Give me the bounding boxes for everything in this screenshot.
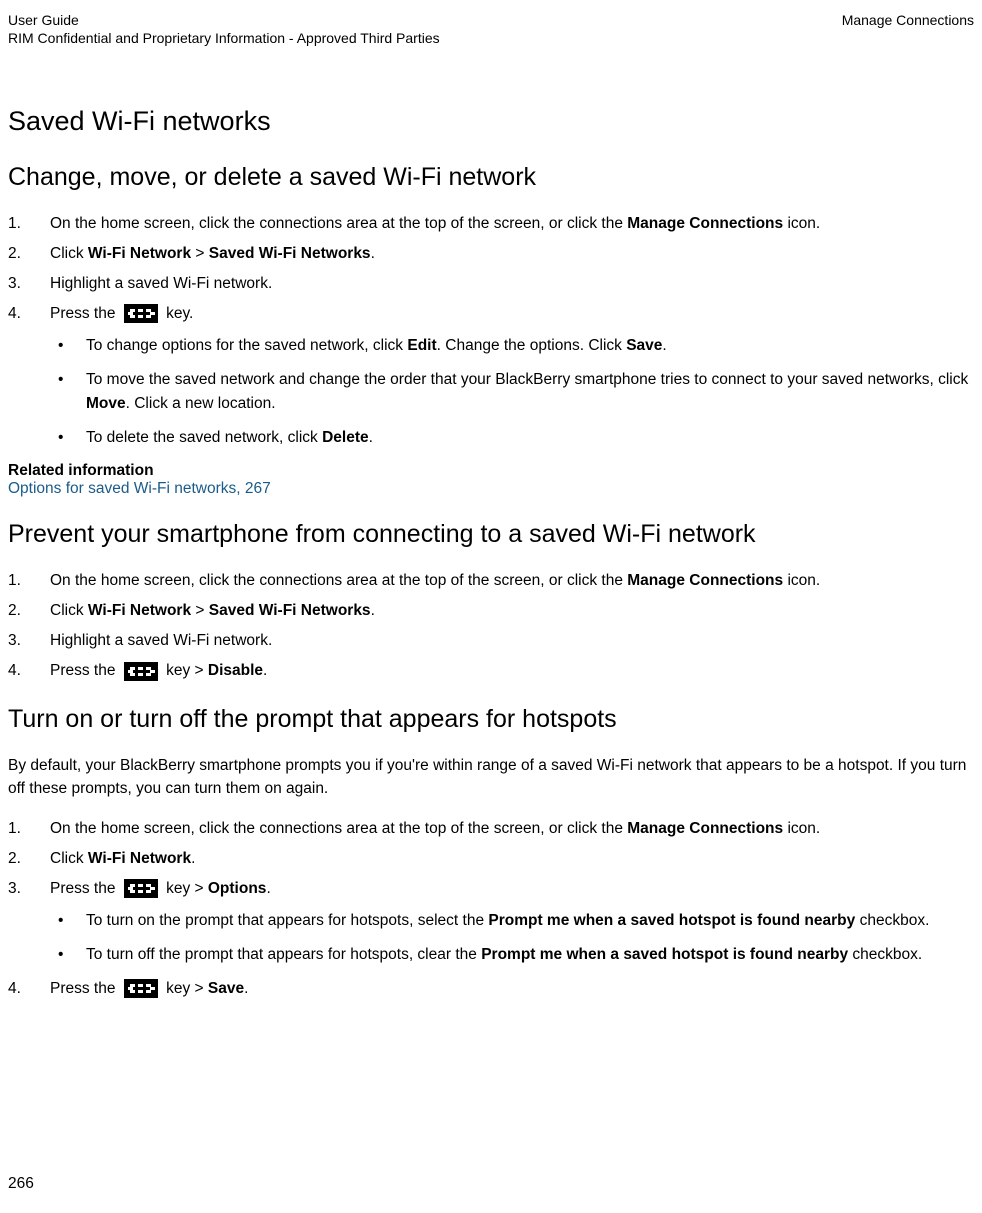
related-info-link[interactable]: Options for saved Wi-Fi networks, 267 — [8, 480, 974, 498]
list-item: Highlight a saved Wi-Fi network. — [8, 629, 974, 653]
section-3-steps: On the home screen, click the connection… — [8, 817, 974, 1001]
list-item: On the home screen, click the connection… — [8, 569, 974, 593]
menu-key-icon — [124, 879, 158, 898]
list-item: Click Wi-Fi Network. — [8, 847, 974, 871]
list-item: Press the key > Disable. — [8, 659, 974, 683]
page-number: 266 — [8, 1175, 34, 1193]
list-item: Press the key > Save. — [8, 977, 974, 1001]
list-item: Highlight a saved Wi-Fi network. — [8, 272, 974, 296]
section-2-title: Prevent your smartphone from connecting … — [8, 520, 974, 549]
list-item: To turn on the prompt that appears for h… — [50, 909, 974, 933]
list-item: On the home screen, click the connection… — [8, 817, 974, 841]
related-info-heading: Related information — [8, 462, 974, 480]
list-item: Press the key. To change options for the… — [8, 302, 974, 450]
section-3-bullets: To turn on the prompt that appears for h… — [50, 909, 974, 967]
page-header: User Guide Manage Connections — [8, 12, 974, 28]
list-item: To delete the saved network, click Delet… — [50, 426, 974, 450]
menu-key-icon — [124, 662, 158, 681]
menu-key-icon — [124, 979, 158, 998]
section-3-title: Turn on or turn off the prompt that appe… — [8, 705, 974, 734]
list-item: On the home screen, click the connection… — [8, 212, 974, 236]
list-item: To turn off the prompt that appears for … — [50, 943, 974, 967]
header-left-1: User Guide — [8, 12, 79, 28]
list-item: To change options for the saved network,… — [50, 334, 974, 358]
list-item: Press the key > Options. To turn on the … — [8, 877, 974, 967]
list-item: Click Wi-Fi Network > Saved Wi-Fi Networ… — [8, 242, 974, 266]
page-title: Saved Wi-Fi networks — [8, 106, 974, 137]
menu-key-icon — [124, 304, 158, 323]
section-1-bullets: To change options for the saved network,… — [50, 334, 974, 450]
section-2-steps: On the home screen, click the connection… — [8, 569, 974, 683]
list-item: To move the saved network and change the… — [50, 368, 974, 416]
section-1-title: Change, move, or delete a saved Wi-Fi ne… — [8, 163, 974, 192]
header-left-2: RIM Confidential and Proprietary Informa… — [8, 30, 974, 46]
list-item: Click Wi-Fi Network > Saved Wi-Fi Networ… — [8, 599, 974, 623]
section-3-intro: By default, your BlackBerry smartphone p… — [8, 754, 974, 801]
header-right: Manage Connections — [842, 12, 974, 28]
section-1-steps: On the home screen, click the connection… — [8, 212, 974, 450]
